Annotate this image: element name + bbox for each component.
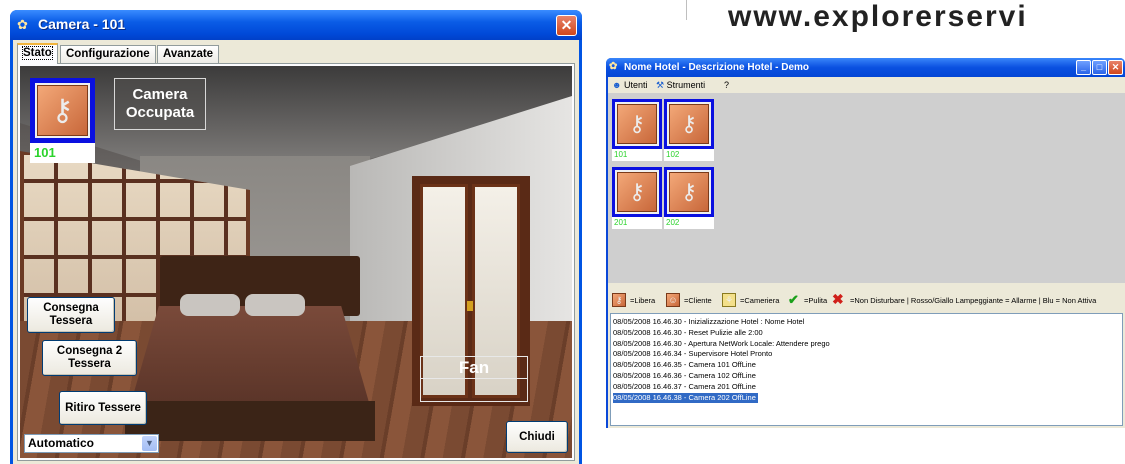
- fan-label: Fan: [421, 357, 527, 379]
- check-icon: ✔: [788, 292, 799, 307]
- window-title: Camera - 101: [38, 16, 126, 32]
- log-line[interactable]: 08/05/2008 16.46.30 - Inizializzazione H…: [613, 317, 1120, 328]
- key-icon[interactable]: ⚷: [30, 78, 95, 143]
- legend-pulita: =Pulita: [804, 296, 828, 305]
- menu-utenti[interactable]: ☻ Utenti: [612, 80, 648, 90]
- key-icon: ⚷: [669, 104, 709, 144]
- door-knob: [467, 301, 473, 311]
- fan-control: Fan: [420, 356, 528, 402]
- key-glyph: ⚷: [37, 85, 88, 136]
- camera-window-titlebar[interactable]: ✿ Camera - 101 ✕: [10, 10, 582, 40]
- legend-libera: =Libera: [630, 296, 656, 305]
- pillow: [245, 294, 305, 316]
- app-icon: ✿: [609, 61, 618, 72]
- key-icon: ⚷: [617, 172, 657, 212]
- room-tile-201[interactable]: ⚷: [612, 167, 662, 217]
- hotel-window-titlebar[interactable]: ✿ Nome Hotel - Descrizione Hotel - Demo …: [606, 58, 1125, 77]
- ritiro-tessere-button[interactable]: Ritiro Tessere: [59, 391, 147, 425]
- maximize-icon[interactable]: □: [1092, 60, 1107, 75]
- consegna-2-tessera-button[interactable]: Consegna 2 Tessera: [42, 340, 137, 376]
- cameriera-icon: ⚘: [722, 293, 736, 307]
- room-tile-101[interactable]: ⚷: [612, 99, 662, 149]
- room-status: Camera Occupata: [114, 78, 206, 130]
- room-number: 101: [30, 143, 95, 163]
- hotel-window-title: Nome Hotel - Descrizione Hotel - Demo: [624, 62, 810, 73]
- menubar: ☻ Utenti ⚒ Strumenti ?: [608, 77, 1125, 93]
- app-icon: ✿: [17, 17, 28, 32]
- site-logo: www.explorerservi: [728, 0, 1028, 33]
- bed: [130, 306, 370, 406]
- log-line[interactable]: 08/05/2008 16.46.30 - Reset Pulizie alle…: [613, 328, 1120, 339]
- chiudi-button[interactable]: Chiudi: [506, 421, 568, 453]
- bed-base: [125, 401, 375, 441]
- chevron-down-icon[interactable]: ▼: [142, 436, 157, 451]
- mode-select[interactable]: Automatico ▼: [24, 434, 159, 453]
- key-icon: ⚷: [617, 104, 657, 144]
- rooms-grid: ⚷ 101 ⚷ 102 ⚷ 201 ⚷ 202: [608, 93, 1125, 283]
- log-line-selected[interactable]: 08/05/2008 16.46.38 - Camera 202 OffLine: [613, 392, 758, 404]
- legend-non-disturbare: =Non Disturbare | Rosso/Giallo Lampeggia…: [850, 296, 1097, 305]
- log-line[interactable]: 08/05/2008 16.46.37 - Camera 201 OffLine: [613, 382, 1120, 393]
- tab-label: Stato: [22, 46, 53, 60]
- close-button[interactable]: ✕: [556, 15, 577, 36]
- status-line-1: Camera: [132, 86, 188, 103]
- menu-strumenti[interactable]: ⚒ Strumenti: [656, 80, 705, 91]
- cliente-icon: ☺: [666, 293, 680, 307]
- tab-avanzate[interactable]: Avanzate: [157, 45, 220, 63]
- libera-icon: ⚷: [612, 293, 626, 307]
- room-tile-number: 201: [612, 217, 662, 229]
- room-tile-102[interactable]: ⚷: [664, 99, 714, 149]
- camera-window: ✿ Camera - 101 ✕ Stato Configurazione Av…: [10, 10, 582, 464]
- key-icon: ⚷: [669, 172, 709, 212]
- logo-divider: [686, 0, 687, 20]
- users-icon: ☻: [612, 80, 622, 90]
- room-tile-number: 102: [664, 149, 714, 161]
- close-icon[interactable]: ✕: [1108, 60, 1123, 75]
- legend-cameriera: =Cameriera: [740, 296, 780, 305]
- tab-stato[interactable]: Stato: [17, 43, 58, 64]
- status-line-2: Occupata: [125, 104, 195, 121]
- room-tile-number: 101: [612, 149, 662, 161]
- tools-icon: ⚒: [656, 80, 665, 90]
- cross-icon: ✖: [832, 291, 844, 307]
- stato-panel: ⚷ 101 Camera Occupata Consegna Tessera C…: [17, 63, 575, 461]
- hotel-window-body: ☻ Utenti ⚒ Strumenti ? ⚷ 101 ⚷ 102 ⚷ 201…: [608, 77, 1125, 428]
- minimize-icon[interactable]: _: [1076, 60, 1091, 75]
- status-legend: ⚷ =Libera ☺ =Cliente ⚘ =Cameriera ✔ =Pul…: [608, 291, 1125, 311]
- hotel-window: ✿ Nome Hotel - Descrizione Hotel - Demo …: [606, 58, 1125, 428]
- room-tile-202[interactable]: ⚷: [664, 167, 714, 217]
- room-tile-number: 202: [664, 217, 714, 229]
- pillow: [180, 294, 240, 316]
- camera-window-body: Stato Configurazione Avanzate ⚷ 101 Came…: [13, 40, 579, 464]
- consegna-tessera-button[interactable]: Consegna Tessera: [27, 297, 115, 333]
- tab-configurazione[interactable]: Configurazione: [60, 45, 156, 63]
- log-line[interactable]: 08/05/2008 16.46.30 - Apertura NetWork L…: [613, 339, 1120, 350]
- log-line[interactable]: 08/05/2008 16.46.36 - Camera 102 OffLine: [613, 371, 1120, 382]
- log-line[interactable]: 08/05/2008 16.46.35 - Camera 101 OffLine: [613, 360, 1120, 371]
- event-log[interactable]: 08/05/2008 16.46.30 - Inizializzazione H…: [610, 313, 1123, 426]
- menu-label: Utenti: [624, 80, 648, 90]
- mode-select-value: Automatico: [28, 436, 94, 450]
- legend-cliente: =Cliente: [684, 296, 712, 305]
- log-line[interactable]: 08/05/2008 16.46.34 - Supervisore Hotel …: [613, 349, 1120, 360]
- menu-label: Strumenti: [666, 80, 706, 90]
- menu-help[interactable]: ?: [724, 80, 729, 90]
